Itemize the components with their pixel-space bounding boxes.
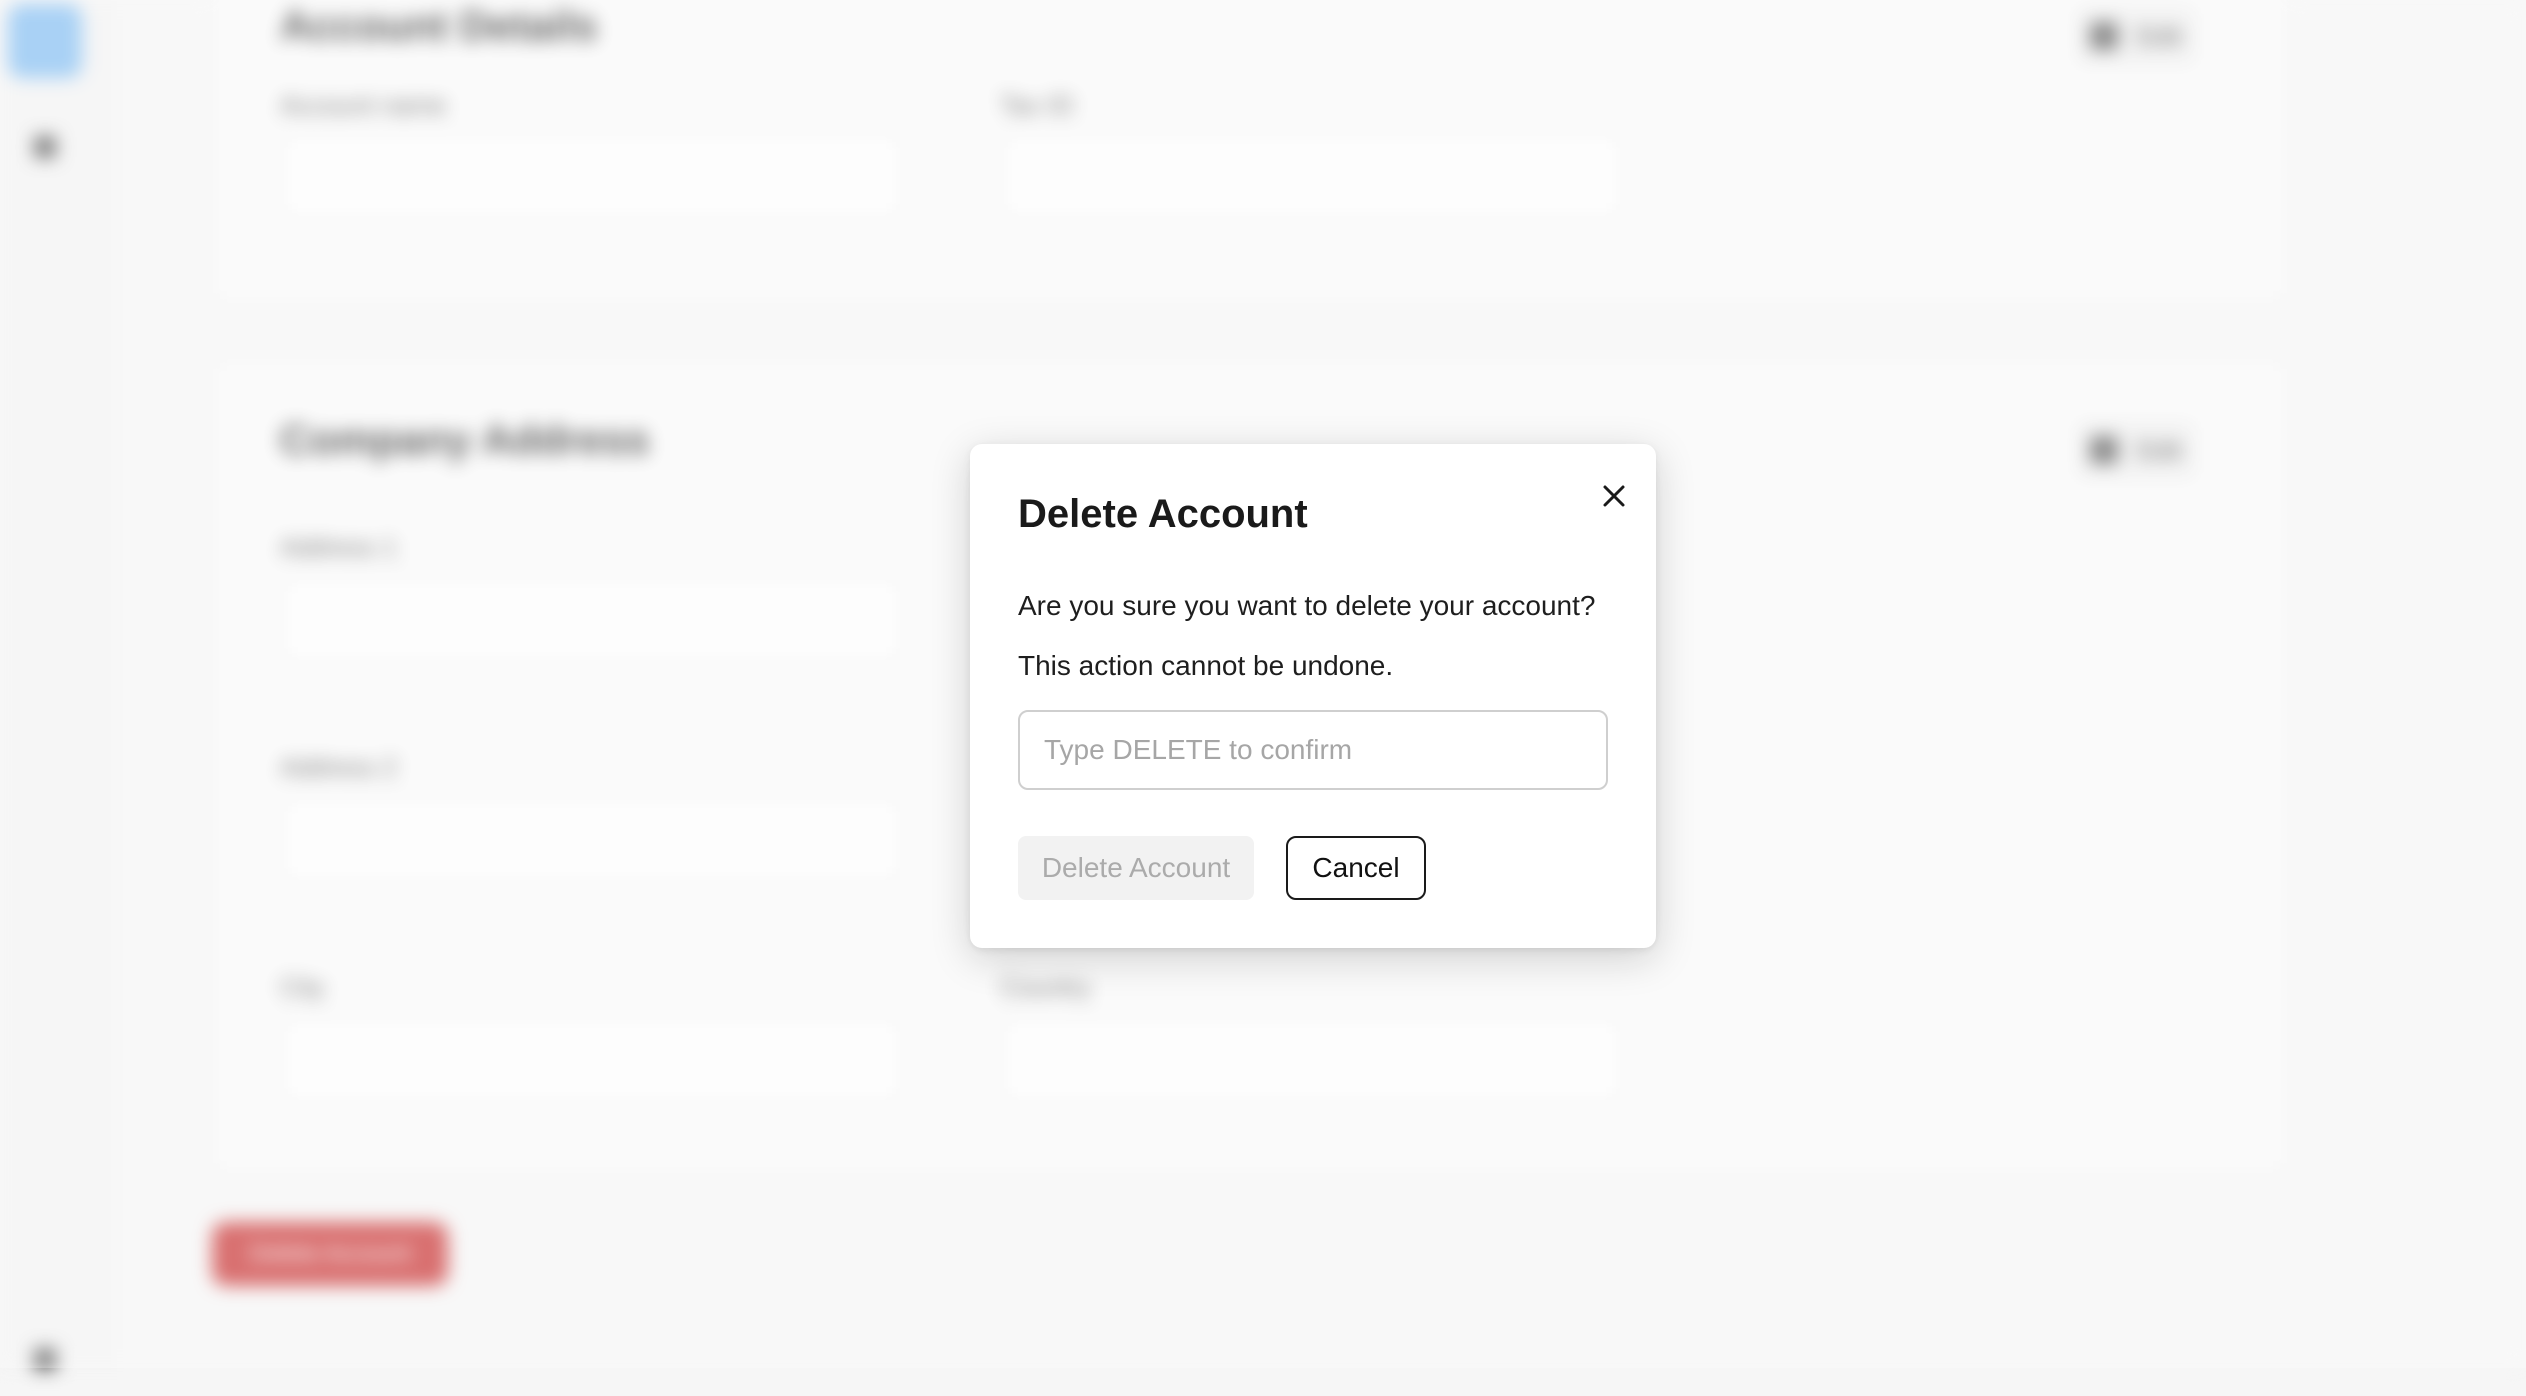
close-button[interactable] xyxy=(1594,476,1634,516)
cancel-button[interactable]: Cancel xyxy=(1286,836,1426,900)
modal-title: Delete Account xyxy=(1018,492,1308,536)
confirm-delete-button[interactable]: Delete Account xyxy=(1018,836,1254,900)
modal-message: Are you sure you want to delete your acc… xyxy=(1018,590,1596,621)
close-icon xyxy=(1603,485,1625,507)
delete-account-modal: Delete Account Are you sure you want to … xyxy=(970,444,1656,948)
delete-confirm-input[interactable] xyxy=(1018,710,1608,790)
modal-warning: This action cannot be undone. xyxy=(1018,650,1394,681)
